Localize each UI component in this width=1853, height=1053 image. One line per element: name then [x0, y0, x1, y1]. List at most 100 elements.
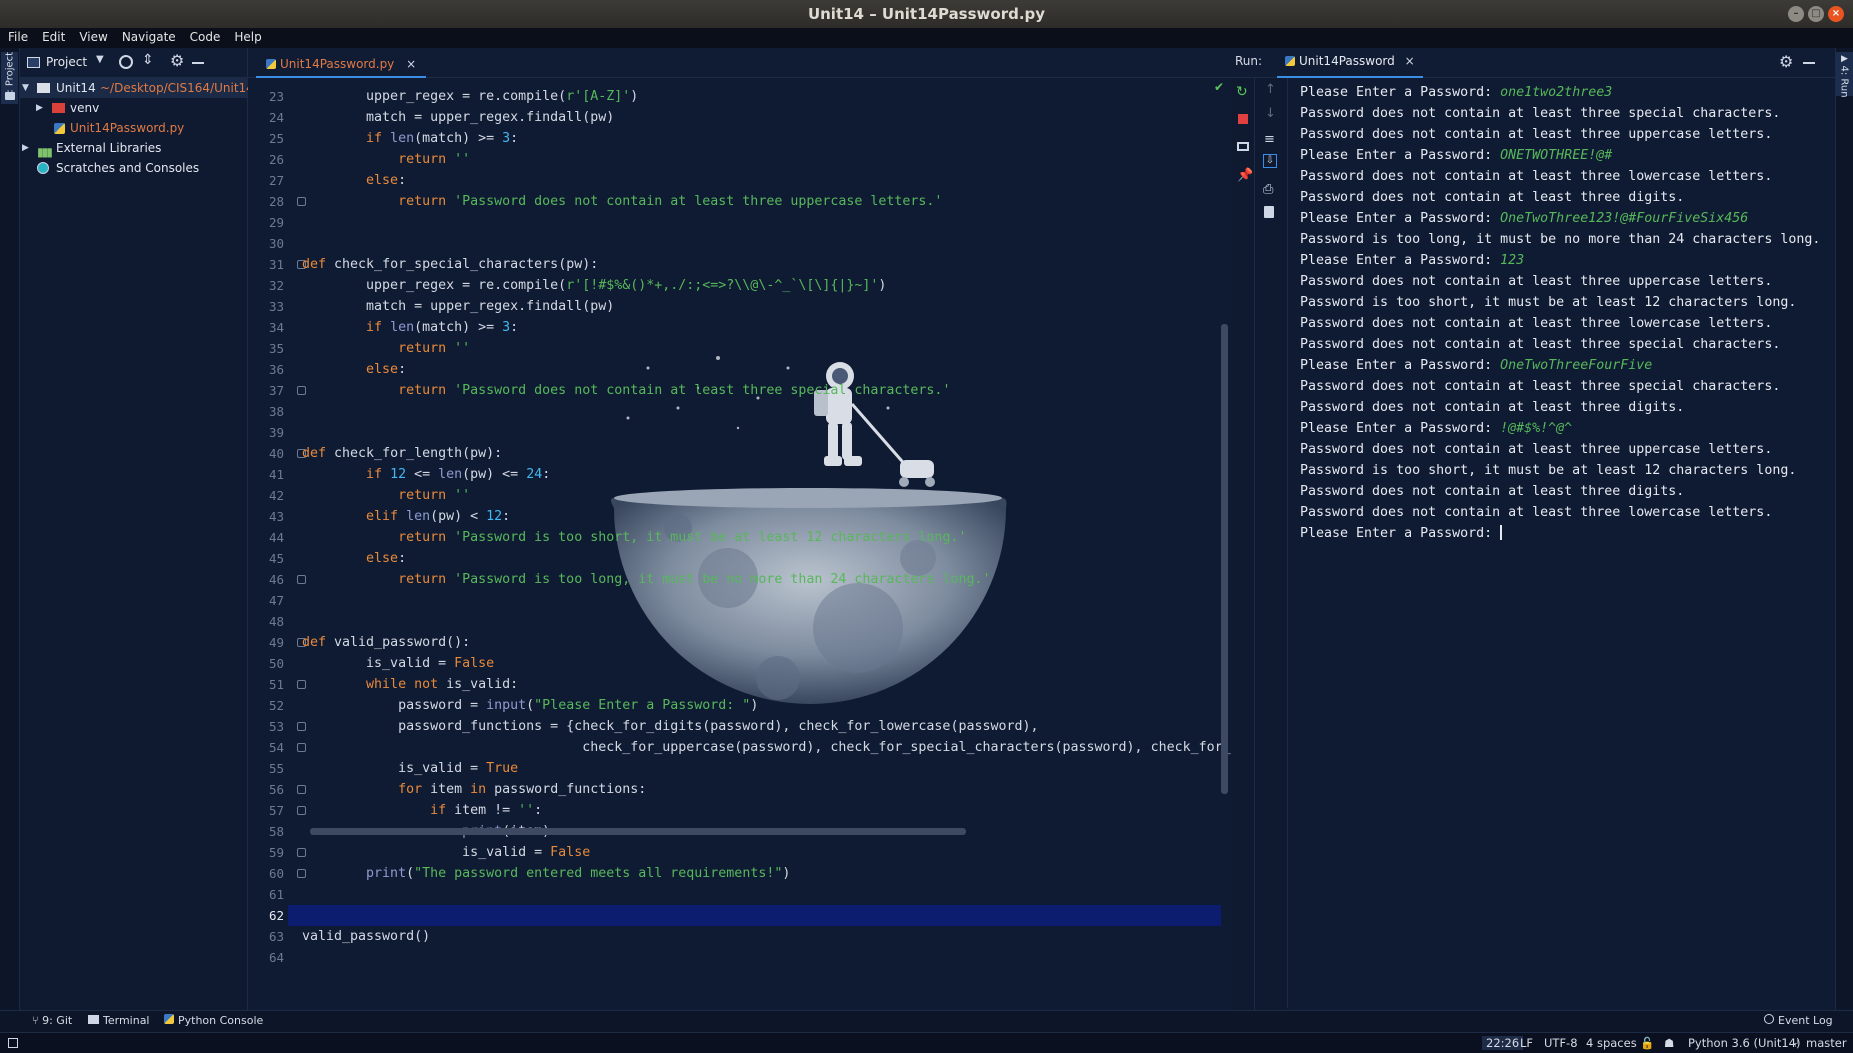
console-line: Password is too long, it must be no more…	[1300, 229, 1820, 250]
hide-panel-icon[interactable]	[1803, 62, 1815, 64]
console-text: Password does not contain at least three…	[1300, 316, 1773, 331]
pin-icon[interactable]: 📌	[1237, 168, 1253, 183]
terminal-tool-button[interactable]: Terminal	[88, 1014, 150, 1027]
code-line: else:	[302, 170, 406, 191]
code-token: if	[302, 320, 391, 335]
code-token: return	[302, 383, 455, 398]
expanded-arrow-icon: ▼	[22, 83, 29, 93]
console-line: Password does not contain at least three…	[1300, 124, 1772, 145]
console-user-input: !@#$%!^@^	[1500, 421, 1573, 436]
maximize-button[interactable]: □	[1808, 6, 1824, 22]
code-editor[interactable]: Unit14Password.py × ✔ 23 24 25 26 27 28 …	[248, 48, 1367, 1010]
code-line: match = upper_regex.findall(pw)	[302, 107, 614, 128]
code-token: (pw):	[558, 257, 599, 272]
menu-edit[interactable]: Edit	[34, 28, 71, 44]
scroll-to-end-icon[interactable]: ⇩	[1263, 154, 1277, 168]
locate-icon[interactable]	[119, 55, 133, 69]
console-text: Please Enter a Password:	[1300, 421, 1501, 436]
menu-help[interactable]: Help	[226, 28, 267, 44]
tool-windows-icon[interactable]	[8, 1038, 18, 1048]
arrow-up-icon[interactable]: ↑	[1265, 82, 1276, 97]
soft-wrap-icon[interactable]: ≡	[1264, 132, 1275, 147]
horizontal-scrollbar[interactable]	[310, 828, 966, 835]
lock-icon[interactable]: 🔓	[1640, 1036, 1654, 1050]
code-token: ():	[446, 635, 471, 650]
gear-icon[interactable]: ⚙	[170, 51, 184, 70]
close-button[interactable]: ×	[1828, 6, 1844, 22]
code-area[interactable]: upper_regex = re.compile( r'[A-Z]') match…	[248, 48, 1367, 978]
code-token: (pw) <=	[462, 467, 527, 482]
project-tool-tab[interactable]: 1: Project	[1, 52, 18, 104]
hide-panel-icon[interactable]	[192, 62, 204, 64]
inspector-icon[interactable]: ☗	[1664, 1036, 1674, 1050]
indent-setting[interactable]: 4 spaces	[1586, 1036, 1637, 1050]
python-console-tool-button[interactable]: Python Console	[164, 1014, 263, 1027]
run-tool-tab[interactable]: ▶ 4: Run	[1836, 52, 1853, 98]
console-text: Password does not contain at least three…	[1300, 106, 1781, 121]
code-token: len	[406, 509, 431, 524]
code-token: r'[!#$%&()*+,./:;<=>?\\@\-^_`\[\]{|}~]'	[566, 278, 879, 293]
rerun-icon[interactable]: ↻	[1236, 84, 1248, 100]
code-token: )	[750, 698, 759, 713]
caret-position[interactable]: 22:26	[1482, 1036, 1524, 1050]
code-token: is_valid:	[446, 677, 519, 692]
run-tab-label: Unit14Password	[1299, 54, 1395, 68]
minimize-button[interactable]: –	[1788, 6, 1804, 22]
code-line: return ''	[302, 338, 470, 359]
console-user-input: OneTwoThreeFourFive	[1500, 358, 1653, 373]
project-view-selector[interactable]: Project	[46, 55, 87, 69]
run-tab[interactable]: Unit14Password ×	[1277, 48, 1423, 78]
git-tool-button[interactable]: ⑂ 9: Git	[32, 1014, 72, 1027]
collapse-all-icon[interactable]: ⇕	[142, 52, 154, 68]
menu-view[interactable]: View	[71, 28, 113, 44]
line-separator[interactable]: LF	[1520, 1036, 1533, 1050]
console-text: Password does not contain at least three…	[1300, 400, 1685, 415]
code-token: item !=	[454, 803, 519, 818]
file-encoding[interactable]: UTF-8	[1544, 1036, 1578, 1050]
code-token: r'[A-Z]'	[566, 89, 631, 104]
code-token: (	[406, 866, 415, 881]
code-token: return	[302, 341, 455, 356]
event-log-button[interactable]: Event Log	[1764, 1014, 1833, 1027]
code-line: is_valid = True	[302, 758, 518, 779]
code-line: else:	[302, 359, 406, 380]
event-log-icon	[1764, 1014, 1774, 1024]
vertical-scrollbar[interactable]	[1221, 324, 1228, 794]
code-token: <=	[406, 467, 439, 482]
console-text: Password does not contain at least three…	[1300, 169, 1773, 184]
trash-icon[interactable]	[1264, 206, 1274, 218]
console-user-input: OneTwoThree123!@#FourFiveSix456	[1500, 211, 1749, 226]
console-line: Please Enter a Password:	[1300, 523, 1503, 544]
layout-icon[interactable]	[1237, 142, 1249, 151]
console-output[interactable]: Please Enter a Password: one1two2three3 P…	[1287, 78, 1835, 1008]
window-title: Unit14 – Unit14Password.py	[807, 5, 1046, 23]
code-token: return	[302, 488, 455, 503]
stop-icon[interactable]	[1238, 114, 1248, 124]
code-line: else:	[302, 548, 406, 569]
code-token: True	[486, 761, 519, 776]
close-tab-icon[interactable]: ×	[1405, 54, 1415, 68]
run-tool-tab-label: 4: Run	[1838, 65, 1850, 98]
console-text: Please Enter a Password:	[1300, 211, 1501, 226]
gear-icon[interactable]: ⚙	[1779, 52, 1793, 71]
git-branch[interactable]: master	[1806, 1036, 1847, 1050]
code-token: upper_regex = re.compile(	[302, 278, 567, 293]
console-line: Password does not contain at least three…	[1300, 271, 1772, 292]
menu-file[interactable]: File	[0, 28, 34, 44]
print-icon[interactable]: ⎙	[1263, 182, 1273, 197]
menu-navigate[interactable]: Navigate	[114, 28, 182, 44]
code-token: while not	[302, 677, 447, 692]
run-actions-toolbar: ↻ 📌	[1231, 78, 1255, 1010]
menu-code[interactable]: Code	[182, 28, 227, 44]
arrow-down-icon[interactable]: ↓	[1265, 106, 1276, 121]
text-cursor[interactable]	[1500, 525, 1503, 540]
console-text: Password does not contain at least three…	[1300, 505, 1773, 520]
code-token: return	[302, 530, 455, 545]
tree-item-unit14[interactable]: ▼ Unit14 ~/Desktop/CIS164/Unit14	[20, 78, 254, 98]
console-text: Password does not contain at least three…	[1300, 379, 1781, 394]
python-interpreter[interactable]: Python 3.6 (Unit14)	[1688, 1036, 1800, 1050]
chevron-down-icon[interactable]: ▼	[96, 54, 104, 65]
code-token: else	[302, 362, 399, 377]
current-line-highlight	[288, 905, 1221, 926]
console-text: Password does not contain at least three…	[1300, 190, 1685, 205]
